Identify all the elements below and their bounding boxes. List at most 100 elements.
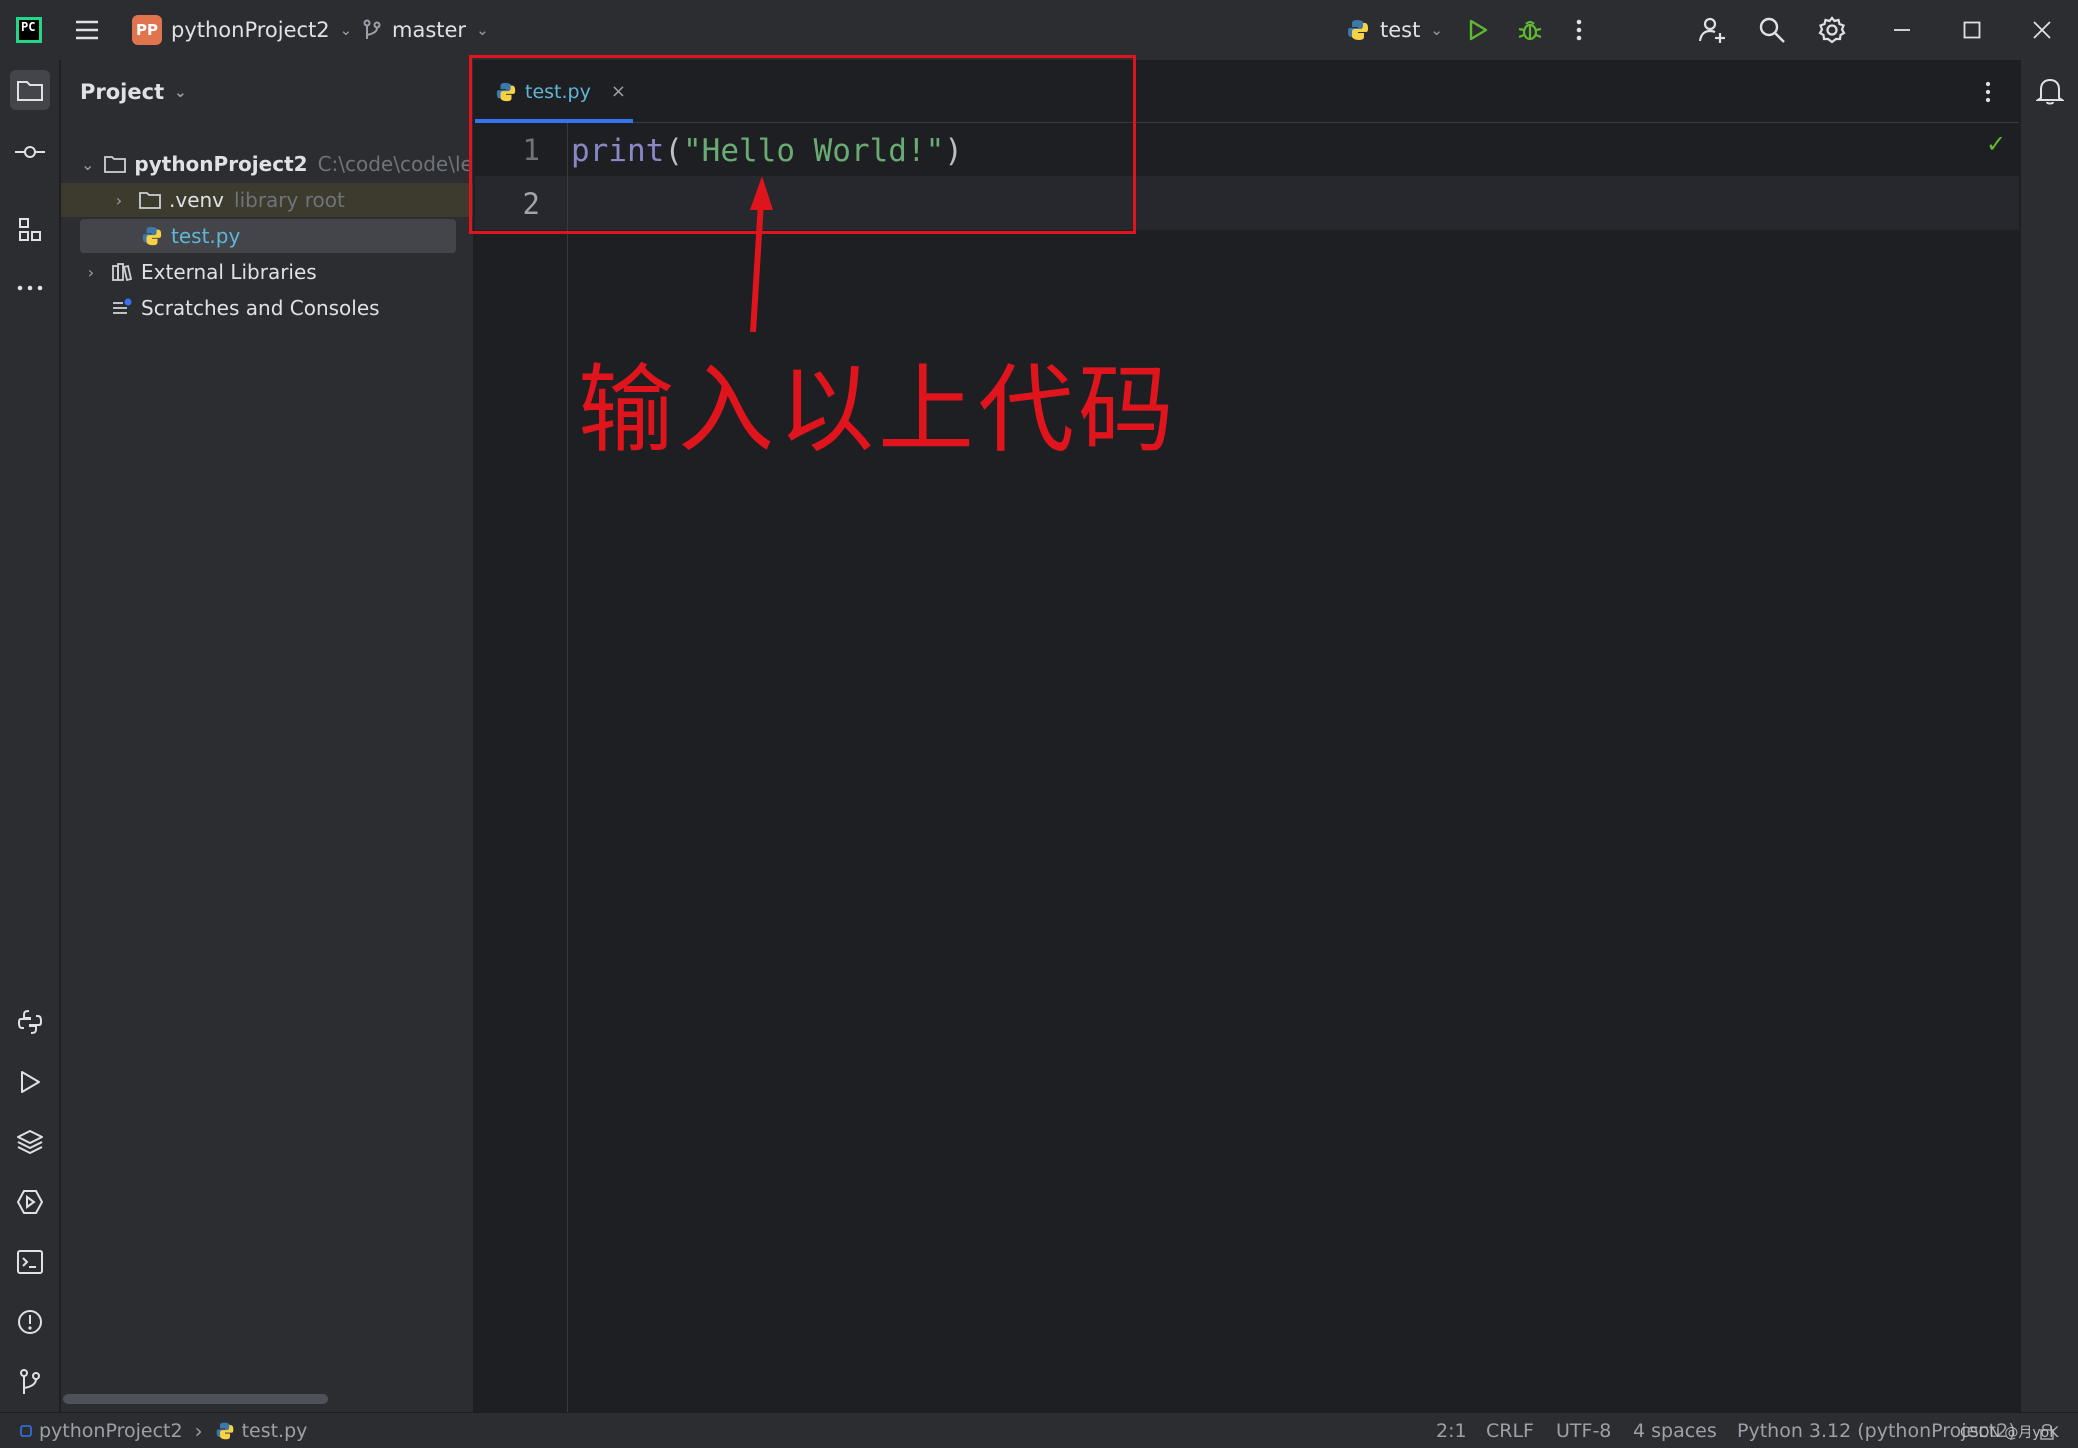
chevron-down-icon: ⌄ <box>81 154 95 174</box>
line-number: 1 <box>522 133 540 167</box>
more-actions-icon[interactable] <box>1574 0 1584 60</box>
editor-area: test.py × 1 2 print("Hello World!") ✓ <box>475 60 2019 1412</box>
structure-icon <box>19 218 41 241</box>
pycharm-logo-icon[interactable]: PC <box>16 0 42 60</box>
active-tab-indicator <box>475 119 633 123</box>
commit-tool-button[interactable] <box>10 132 50 172</box>
tree-item-label: External Libraries <box>141 260 317 284</box>
more-tools-button[interactable] <box>10 268 50 308</box>
maximize-icon[interactable] <box>1963 0 1981 60</box>
editor-tabs-more-icon[interactable] <box>1983 80 1993 108</box>
git-branch-icon <box>363 19 381 39</box>
left-tool-strip <box>0 60 60 1412</box>
search-icon[interactable] <box>1758 0 1786 60</box>
chevron-right-icon: › <box>87 262 95 282</box>
tab-test-py[interactable]: test.py × <box>475 60 633 123</box>
run-config-name: test <box>1380 18 1421 42</box>
python-packages-button[interactable] <box>10 1122 50 1162</box>
bug-icon <box>1518 20 1542 41</box>
run-icon <box>1469 19 1488 41</box>
code-line-1[interactable]: print("Hello World!") <box>571 133 963 169</box>
library-icon <box>111 262 133 282</box>
folder-icon <box>139 190 161 210</box>
run-icon <box>21 1071 40 1093</box>
tree-item-label: .venv <box>169 188 225 212</box>
close-window-icon[interactable] <box>2033 0 2051 60</box>
tree-item-test-py[interactable]: test.py <box>80 219 456 253</box>
status-bar: pythonProject2 › test.py 2:1 CRLF UTF-8 … <box>0 1412 2078 1448</box>
project-panel-title: Project <box>80 80 165 104</box>
breadcrumb-project[interactable]: pythonProject2 <box>39 1420 183 1442</box>
chevron-down-icon: ⌄ <box>174 83 187 101</box>
inspection-ok-icon[interactable]: ✓ <box>1986 130 2006 158</box>
right-tool-strip <box>2020 60 2078 1412</box>
add-user-icon[interactable] <box>1698 0 1726 60</box>
notifications-bell-icon[interactable] <box>2034 76 2066 110</box>
run-button[interactable] <box>1466 0 1490 60</box>
line-number: 2 <box>522 187 540 221</box>
editor-tab-bar: test.py × <box>475 60 2019 123</box>
run-tool-button[interactable] <box>10 1062 50 1102</box>
warning-circle-icon <box>18 1310 42 1334</box>
gutter-divider <box>567 123 568 1412</box>
main-menu-icon[interactable] <box>74 0 100 60</box>
terminal-tool-button[interactable] <box>10 1242 50 1282</box>
python-file-icon <box>496 82 516 101</box>
services-icon <box>16 1190 44 1214</box>
project-tool-window: Project ⌄ ⌄ pythonProject2 C:\code\code\… <box>61 60 474 1412</box>
file-encoding[interactable]: UTF-8 <box>1556 1413 1611 1448</box>
code-paren: ) <box>944 133 963 169</box>
branch-switcher[interactable]: master ⌄ <box>362 0 489 60</box>
debug-button[interactable] <box>1517 0 1543 60</box>
breadcrumb: pythonProject2 › test.py <box>20 1413 307 1448</box>
chevron-down-icon: ⌄ <box>1430 21 1443 39</box>
project-badge: PP <box>132 15 162 45</box>
python-file-icon <box>216 1422 233 1440</box>
code-function: print <box>571 133 665 169</box>
folder-icon <box>104 154 127 174</box>
project-view-selector[interactable]: Project ⌄ <box>80 80 187 104</box>
minimize-icon[interactable] <box>1893 0 1911 60</box>
tab-close-icon[interactable]: × <box>611 81 626 102</box>
title-bar: PC PP pythonProject2 ⌄ master ⌄ test ⌄ <box>0 0 2078 60</box>
problems-tool-button[interactable] <box>10 1302 50 1342</box>
layers-icon <box>17 1130 43 1154</box>
current-line-highlight <box>475 176 2019 230</box>
line-separator[interactable]: CRLF <box>1486 1413 1534 1448</box>
code-string: "Hello World!" <box>683 133 945 169</box>
chevron-down-icon: ⌄ <box>339 21 353 39</box>
services-tool-button[interactable] <box>10 1182 50 1222</box>
run-config-selector[interactable]: test ⌄ <box>1346 0 1443 60</box>
project-switcher[interactable]: PP pythonProject2 ⌄ <box>132 0 352 60</box>
project-name: pythonProject2 <box>171 18 330 42</box>
tree-item-label: Scratches and Consoles <box>141 296 380 320</box>
code-paren: ( <box>664 133 683 169</box>
breadcrumb-file[interactable]: test.py <box>242 1420 308 1442</box>
folder-icon <box>17 81 43 101</box>
git-tool-button[interactable] <box>10 1362 50 1402</box>
branch-name: master <box>392 18 467 42</box>
more-horizontal-icon <box>17 285 43 291</box>
python-icon <box>1348 20 1368 40</box>
indent-setting[interactable]: 4 spaces <box>1633 1413 1717 1448</box>
breadcrumb-separator-icon: › <box>194 1419 203 1443</box>
tree-item-label: test.py <box>171 224 241 248</box>
structure-tool-button[interactable] <box>10 210 50 250</box>
tree-item-scratches[interactable]: Scratches and Consoles <box>61 291 473 325</box>
project-tool-button[interactable] <box>10 70 50 110</box>
settings-gear-icon[interactable] <box>1818 0 1846 60</box>
tree-item-venv[interactable]: › .venv library root <box>61 183 473 217</box>
scratches-icon <box>111 298 133 318</box>
tree-item-label: pythonProject2 <box>134 152 308 176</box>
python-console-button[interactable] <box>10 1002 50 1042</box>
python-console-icon <box>17 1010 43 1034</box>
watermark: CSDN @月yoK <box>1960 1425 2059 1441</box>
annotation-text: 输入以上代码 <box>578 354 1178 466</box>
chevron-right-icon: › <box>115 190 123 210</box>
tree-item-hint: library root <box>234 188 345 212</box>
tree-item-external-libraries[interactable]: › External Libraries <box>61 255 473 289</box>
tree-item-project-root[interactable]: ⌄ pythonProject2 C:\code\code\learn <box>61 147 473 181</box>
chevron-down-icon: ⌄ <box>476 21 489 39</box>
caret-position[interactable]: 2:1 <box>1436 1413 1467 1448</box>
horizontal-scrollbar[interactable] <box>63 1394 328 1404</box>
